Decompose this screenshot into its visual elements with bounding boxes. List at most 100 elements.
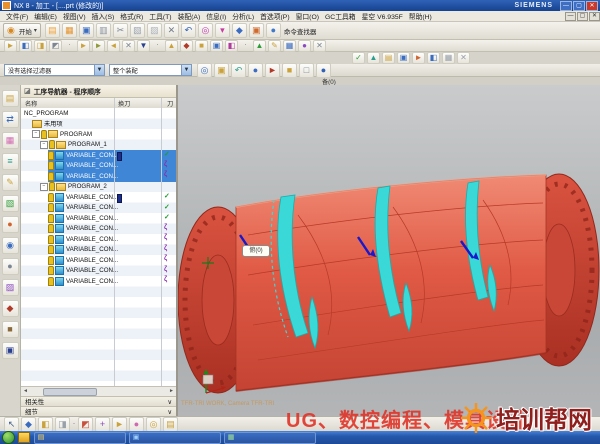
child-restore-button[interactable]: ▢: [577, 12, 588, 21]
tree-row-variable_con[interactable]: VARIABLE_CON...ζ: [21, 161, 176, 172]
tree-row-program_1[interactable]: −PROGRAM_1: [21, 140, 176, 151]
edit-op-icon[interactable]: ✎: [268, 40, 281, 52]
simulate-icon[interactable]: ▲: [367, 52, 380, 64]
browser-icon[interactable]: ◩: [49, 40, 62, 52]
snap-views-icon[interactable]: ◆: [232, 23, 247, 38]
cut-icon[interactable]: ✂: [113, 23, 128, 38]
navigator-header[interactable]: ◪ 工序导航器 - 程序顺序: [21, 85, 176, 98]
print-icon[interactable]: ▥: [96, 23, 111, 38]
solid-box-icon[interactable]: ■: [282, 63, 297, 78]
internet-icon[interactable]: ◉: [2, 237, 19, 254]
system-materials-icon[interactable]: ▣: [2, 342, 19, 359]
create-geometry-icon[interactable]: ■: [195, 40, 208, 52]
output-flag-icon[interactable]: ►: [412, 52, 425, 64]
collapse-icon[interactable]: −: [40, 141, 48, 149]
tree-row-[interactable]: 未用项: [21, 119, 176, 130]
graphics-viewport[interactable]: 俯(0) TFR-TRI WORK, Camera TFR-TRI: [178, 85, 600, 416]
people-icon[interactable]: ●: [129, 417, 144, 432]
create-operation-icon[interactable]: ◧: [225, 40, 238, 52]
restore-button[interactable]: ▢: [573, 1, 585, 11]
menu-item[interactable]: 装配(A): [175, 11, 204, 21]
tree-row-variable_con[interactable]: VARIABLE_CON...ζ: [21, 255, 176, 266]
roles-icon[interactable]: ■: [2, 321, 19, 338]
generate-path-icon[interactable]: ▲: [253, 40, 266, 52]
undo-icon[interactable]: ↶: [181, 23, 196, 38]
open-icon[interactable]: ▦: [62, 23, 77, 38]
snap-point-icon[interactable]: ◎: [197, 63, 212, 78]
snap-mid-icon[interactable]: ◆: [21, 417, 36, 432]
menu-item[interactable]: 分析(L): [229, 11, 257, 21]
close-output-icon[interactable]: ✕: [457, 52, 470, 64]
web-browser-icon[interactable]: ●: [2, 216, 19, 233]
copy-icon[interactable]: ▧: [130, 23, 145, 38]
curve-rule-icon[interactable]: ►: [112, 417, 127, 432]
tree-row-variable_con[interactable]: VARIABLE_CON...ζ: [21, 171, 176, 182]
history-icon[interactable]: ●: [2, 258, 19, 275]
select-cursor-icon[interactable]: ↖: [4, 417, 19, 432]
menu-item[interactable]: 编辑(E): [31, 11, 60, 21]
machine-sim-icon[interactable]: ●: [298, 40, 311, 52]
wave-link-icon[interactable]: ◨: [34, 40, 47, 52]
details-section[interactable]: 细节 ∨: [21, 406, 176, 416]
save-icon[interactable]: ▣: [79, 23, 94, 38]
start-menu-button[interactable]: ◉ 开始 ▾: [3, 23, 41, 38]
new-part-icon[interactable]: ▤: [45, 23, 60, 38]
verify-toolpath-icon[interactable]: ✓: [352, 52, 365, 64]
tree-row-variable_con[interactable]: VARIABLE_CON...ζ: [21, 224, 176, 235]
plus-icon[interactable]: +: [95, 417, 110, 432]
tree-row-variable_con[interactable]: VARIABLE_CON...✓: [21, 203, 176, 214]
menu-item[interactable]: 帮助(H): [406, 11, 435, 21]
menu-item[interactable]: 首选项(P): [257, 11, 292, 21]
scroll-right-icon[interactable]: ►: [169, 388, 174, 394]
list-output-icon[interactable]: ◧: [427, 52, 440, 64]
column-toolchange[interactable]: 换刀: [118, 99, 130, 108]
selection-filter-combo[interactable]: 没有选择过滤器 ▼: [4, 64, 105, 76]
menu-item[interactable]: 格式(R): [117, 11, 146, 21]
command-finder-label[interactable]: 命令查找器: [284, 26, 317, 36]
select-body-icon[interactable]: ◄: [107, 40, 120, 52]
menu-item[interactable]: 视图(V): [60, 11, 89, 21]
column-name[interactable]: 名称: [25, 99, 37, 108]
orient-icon[interactable]: ↶: [231, 63, 246, 78]
magnifier-icon[interactable]: ◎: [146, 417, 161, 432]
assembly-load-icon[interactable]: ◧: [19, 40, 32, 52]
tree-row-variable_con[interactable]: VARIABLE_CON...ζ: [21, 276, 176, 287]
collapse-icon[interactable]: −: [40, 183, 48, 191]
postprocess-icon[interactable]: ▤: [382, 52, 395, 64]
menu-item[interactable]: 工具(T): [146, 11, 174, 21]
scrollbar-thumb[interactable]: [43, 388, 97, 396]
tree-row-variable_con[interactable]: VARIABLE_CON...✓: [21, 213, 176, 224]
operation-navigator-icon[interactable]: ≡: [2, 153, 19, 170]
part-navigator-icon[interactable]: ▦: [2, 132, 19, 149]
child-close-button[interactable]: ✕: [589, 12, 600, 21]
vector-icon[interactable]: ►: [265, 63, 280, 78]
tree-row-nc_program[interactable]: NC_PROGRAM: [21, 108, 176, 119]
machining-wizard-icon[interactable]: ✎: [2, 174, 19, 191]
misc-output-icon[interactable]: ▦: [442, 52, 455, 64]
layers-icon[interactable]: ▤: [163, 417, 178, 432]
child-minimize-button[interactable]: —: [565, 12, 576, 21]
touch-mode-icon[interactable]: ▾: [215, 23, 230, 38]
taskbar-app-3[interactable]: ▦: [224, 432, 316, 444]
minimize-button[interactable]: —: [560, 1, 572, 11]
snap-center-icon[interactable]: ◨: [55, 417, 70, 432]
tree-row-program[interactable]: −PROGRAM: [21, 129, 176, 140]
collapse-icon[interactable]: −: [32, 130, 40, 138]
delete-icon[interactable]: ✕: [164, 23, 179, 38]
tree-row-program_2[interactable]: −PROGRAM_2: [21, 182, 176, 193]
column-path[interactable]: 刀: [167, 99, 173, 108]
menu-item[interactable]: GC工具箱: [322, 11, 359, 21]
tree-row-variable_con[interactable]: VARIABLE_CON...✓: [21, 150, 176, 161]
workpiece-icon[interactable]: ▣: [214, 63, 229, 78]
frame-select-icon[interactable]: □: [299, 63, 314, 78]
palette-icon[interactable]: ◩: [78, 417, 93, 432]
snap-end-icon[interactable]: ◧: [38, 417, 53, 432]
menu-item[interactable]: 窗口(O): [293, 11, 322, 21]
horizontal-scrollbar[interactable]: ◄ ►: [21, 386, 176, 396]
process-studio-icon[interactable]: ▨: [2, 279, 19, 296]
create-tool-icon[interactable]: ◆: [180, 40, 193, 52]
taskbar-app-2[interactable]: ▣: [129, 432, 221, 444]
window-display-icon[interactable]: ▣: [249, 23, 264, 38]
select-edge-icon[interactable]: ►: [92, 40, 105, 52]
paste-icon[interactable]: ▨: [147, 23, 162, 38]
